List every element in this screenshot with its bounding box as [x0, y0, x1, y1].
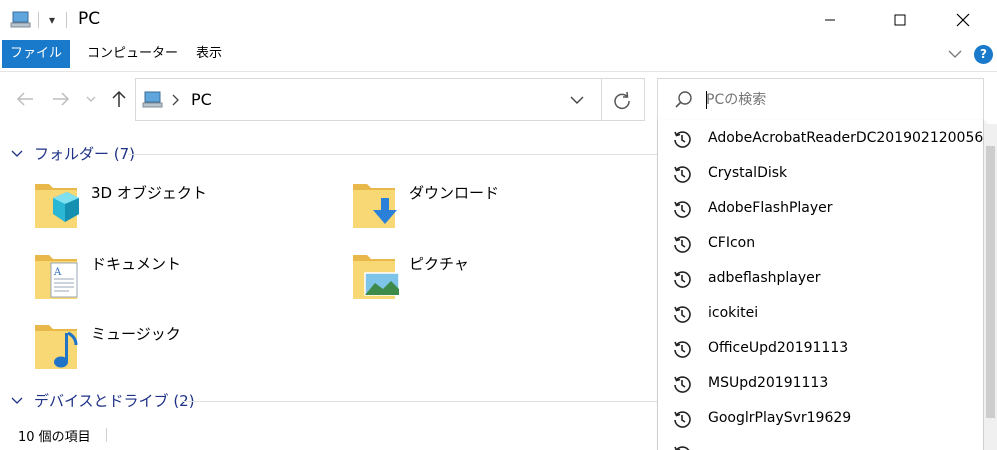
refresh-icon[interactable] — [611, 89, 633, 111]
search-suggestions-dropdown: AdobeAcrobatReaderDC201902120056 Crystal… — [657, 120, 984, 450]
folder-name: ミュージック — [91, 325, 181, 343]
section-divider — [128, 154, 657, 155]
close-button[interactable] — [940, 0, 986, 40]
back-arrow-icon[interactable] — [14, 88, 36, 110]
status-item-count: 10 個の項目 — [18, 430, 91, 445]
suggestion-text: GooglrPlaySvr19629 — [708, 410, 852, 426]
suggestion-item[interactable]: GooglrPlaySvr19629 — [658, 402, 983, 437]
folder-name: ピクチャ — [409, 255, 469, 273]
pictures-folder-icon — [353, 255, 399, 299]
tab-file[interactable]: ファイル — [2, 40, 70, 68]
suggestion-item[interactable]: adbeflashplayer — [658, 262, 983, 297]
documents-folder-icon: A — [35, 255, 78, 299]
address-divider — [601, 79, 602, 120]
suggestion-text: adbeflashplayer — [708, 270, 821, 286]
history-icon — [674, 131, 691, 148]
quick-access-dropdown-icon[interactable]: ▾ — [46, 12, 58, 28]
title-separator — [66, 12, 67, 28]
search-box[interactable] — [657, 78, 984, 121]
window-title: PC — [78, 9, 101, 29]
history-icon — [674, 201, 691, 218]
breadcrumb-pc[interactable]: PC — [191, 90, 212, 109]
suggestion-item[interactable]: icokitei — [658, 297, 983, 332]
suggestion-item[interactable]: AdobeFlashPlayer — [658, 192, 983, 227]
suggestion-text: CFIcon — [708, 235, 756, 251]
maximize-icon — [894, 14, 906, 26]
3d-objects-folder-icon — [35, 184, 79, 228]
help-button[interactable]: ? — [974, 45, 993, 64]
suggestion-item[interactable]: AdobeAcrobatReaderDC201902120056 — [658, 122, 983, 157]
minimize-button[interactable] — [807, 0, 853, 40]
folder-pictures[interactable]: ピクチャ — [351, 249, 651, 309]
expand-ribbon-chevron-icon[interactable] — [947, 48, 963, 60]
chevron-down-icon — [11, 150, 23, 157]
history-icon — [674, 236, 691, 253]
suggestion-text: AdobeAcrobatReaderDC201902120056 — [708, 130, 984, 146]
history-icon — [674, 306, 691, 323]
title-separator — [38, 12, 39, 28]
title-bar: ▾ PC — [0, 0, 997, 40]
suggestion-item[interactable] — [658, 437, 983, 450]
devices-section-header[interactable]: デバイスとドライブ (2) — [10, 390, 195, 411]
folder-downloads[interactable]: ダウンロード — [351, 178, 651, 238]
recent-locations-chevron-icon[interactable] — [84, 88, 98, 110]
folder-name: ダウンロード — [409, 184, 500, 202]
minimize-icon — [825, 19, 835, 21]
devices-section-label: デバイスとドライブ (2) — [34, 392, 195, 410]
scrollbar-thumb[interactable] — [986, 146, 995, 418]
breadcrumb-chevron-icon[interactable] — [170, 93, 180, 107]
suggestion-item[interactable]: MSUpd20191113 — [658, 367, 983, 402]
close-icon — [956, 13, 970, 27]
folder-3d-objects[interactable]: 3D オブジェクト — [33, 178, 333, 238]
history-icon — [674, 271, 691, 288]
tab-view[interactable]: 表示 — [184, 40, 234, 68]
pc-icon — [142, 91, 163, 108]
suggestion-text: AdobeFlashPlayer — [708, 200, 833, 216]
suggestion-item[interactable]: CrystalDisk — [658, 157, 983, 192]
svg-text:A: A — [53, 267, 62, 278]
section-divider — [182, 401, 657, 402]
folders-section-header[interactable]: フォルダー (7) — [10, 143, 135, 164]
folder-music[interactable]: ミュージック — [33, 319, 333, 379]
folder-name: ドキュメント — [91, 255, 182, 273]
folder-documents[interactable]: A ドキュメント — [33, 249, 333, 309]
chevron-down-icon — [11, 397, 23, 404]
suggestion-text: MSUpd20191113 — [708, 375, 829, 391]
maximize-button[interactable] — [877, 0, 923, 40]
folder-name: 3D オブジェクト — [91, 184, 207, 202]
folders-section-label: フォルダー (7) — [34, 145, 136, 163]
address-bar[interactable]: PC — [135, 78, 645, 121]
history-icon — [674, 341, 691, 358]
suggestion-item[interactable]: CFIcon — [658, 227, 983, 262]
text-caret — [706, 91, 707, 109]
vertical-scrollbar[interactable] — [984, 124, 997, 450]
search-input[interactable] — [706, 87, 966, 113]
history-icon — [674, 376, 691, 393]
tab-computer[interactable]: コンピューター — [75, 40, 190, 68]
search-icon — [675, 91, 692, 108]
downloads-folder-icon — [353, 184, 397, 228]
status-separator — [106, 428, 107, 442]
up-arrow-icon[interactable] — [108, 88, 130, 110]
history-icon — [674, 411, 691, 428]
ribbon-tabs: ファイル コンピューター 表示 ? — [0, 40, 997, 72]
suggestion-text: OfficeUpd20191113 — [708, 340, 849, 356]
forward-arrow-icon[interactable] — [50, 88, 72, 110]
history-icon — [674, 446, 690, 450]
suggestion-text: CrystalDisk — [708, 165, 788, 181]
history-icon — [674, 166, 691, 183]
music-folder-icon — [35, 325, 78, 369]
suggestion-text: icokitei — [708, 305, 759, 321]
address-history-chevron-icon[interactable] — [569, 93, 585, 107]
pc-icon[interactable] — [10, 10, 32, 30]
suggestion-item[interactable]: OfficeUpd20191113 — [658, 332, 983, 367]
